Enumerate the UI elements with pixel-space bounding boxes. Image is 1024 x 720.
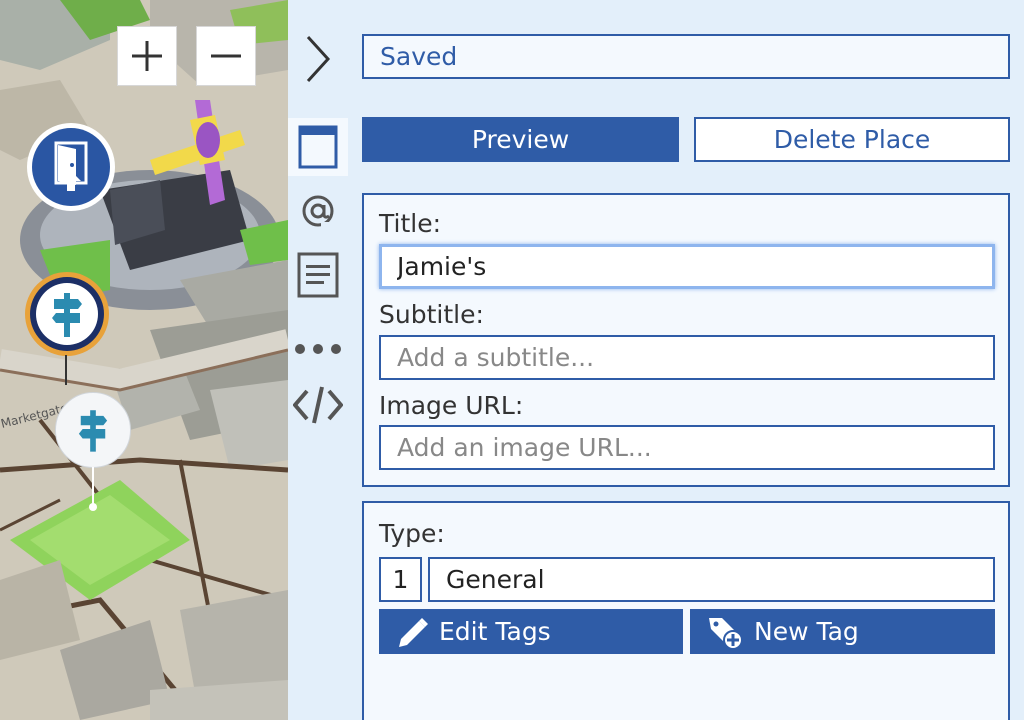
door-icon <box>54 141 88 191</box>
plus-icon <box>132 41 162 71</box>
rail-item-code[interactable] <box>288 382 348 428</box>
more-dots-icon <box>295 344 341 354</box>
code-icon <box>293 386 343 424</box>
signpost-icon <box>78 410 108 452</box>
title-label: Title: <box>379 209 441 238</box>
rail-item-more[interactable] <box>288 332 348 366</box>
delete-place-button[interactable]: Delete Place <box>694 117 1010 162</box>
minus-icon <box>211 54 241 58</box>
signpost-marker[interactable] <box>55 392 131 468</box>
add-tag-icon <box>709 617 743 650</box>
new-tag-button[interactable]: New Tag <box>690 609 995 654</box>
rail-item-description[interactable] <box>288 248 348 302</box>
zoom-in-button[interactable] <box>117 26 177 86</box>
details-card: Title: Subtitle: Image URL: <box>362 193 1010 487</box>
type-select[interactable]: General <box>428 557 995 602</box>
rail-item-contact[interactable] <box>288 186 348 236</box>
marker-pin-dot <box>89 503 97 511</box>
marker-pin-line <box>92 467 94 507</box>
pencil-icon <box>399 617 428 647</box>
type-label: Type: <box>379 519 445 548</box>
document-lines-icon <box>297 252 339 298</box>
rail-item-details[interactable] <box>288 118 348 176</box>
signpost-marker-selected[interactable] <box>25 272 109 356</box>
new-tag-label: New Tag <box>754 617 859 646</box>
edit-tags-button[interactable]: Edit Tags <box>379 609 683 654</box>
edit-tags-label: Edit Tags <box>439 617 551 646</box>
map-canvas[interactable]: Marketgate <box>0 0 288 720</box>
type-card: Type: 1 General Edit Tags New Tag <box>362 501 1010 720</box>
subtitle-field[interactable] <box>379 335 995 380</box>
entrance-marker[interactable] <box>27 123 115 211</box>
image-url-field[interactable] <box>379 425 995 470</box>
at-sign-icon <box>302 195 334 228</box>
window-icon <box>298 125 338 169</box>
collapse-panel-button[interactable] <box>288 30 348 88</box>
map-view[interactable]: Marketgate <box>0 0 288 720</box>
title-field[interactable] <box>379 244 995 289</box>
place-editor-panel: Saved Preview Delete Place Title: Subtit… <box>348 0 1024 720</box>
chevron-right-icon <box>306 35 331 83</box>
signpost-icon <box>52 293 82 337</box>
zoom-out-button[interactable] <box>196 26 256 86</box>
type-number: 1 <box>379 557 422 602</box>
image-url-label: Image URL: <box>379 391 524 420</box>
side-rail <box>288 0 348 720</box>
marker-pin-line <box>65 355 67 385</box>
save-status: Saved <box>362 34 1010 79</box>
preview-button[interactable]: Preview <box>362 117 679 162</box>
subtitle-label: Subtitle: <box>379 300 484 329</box>
